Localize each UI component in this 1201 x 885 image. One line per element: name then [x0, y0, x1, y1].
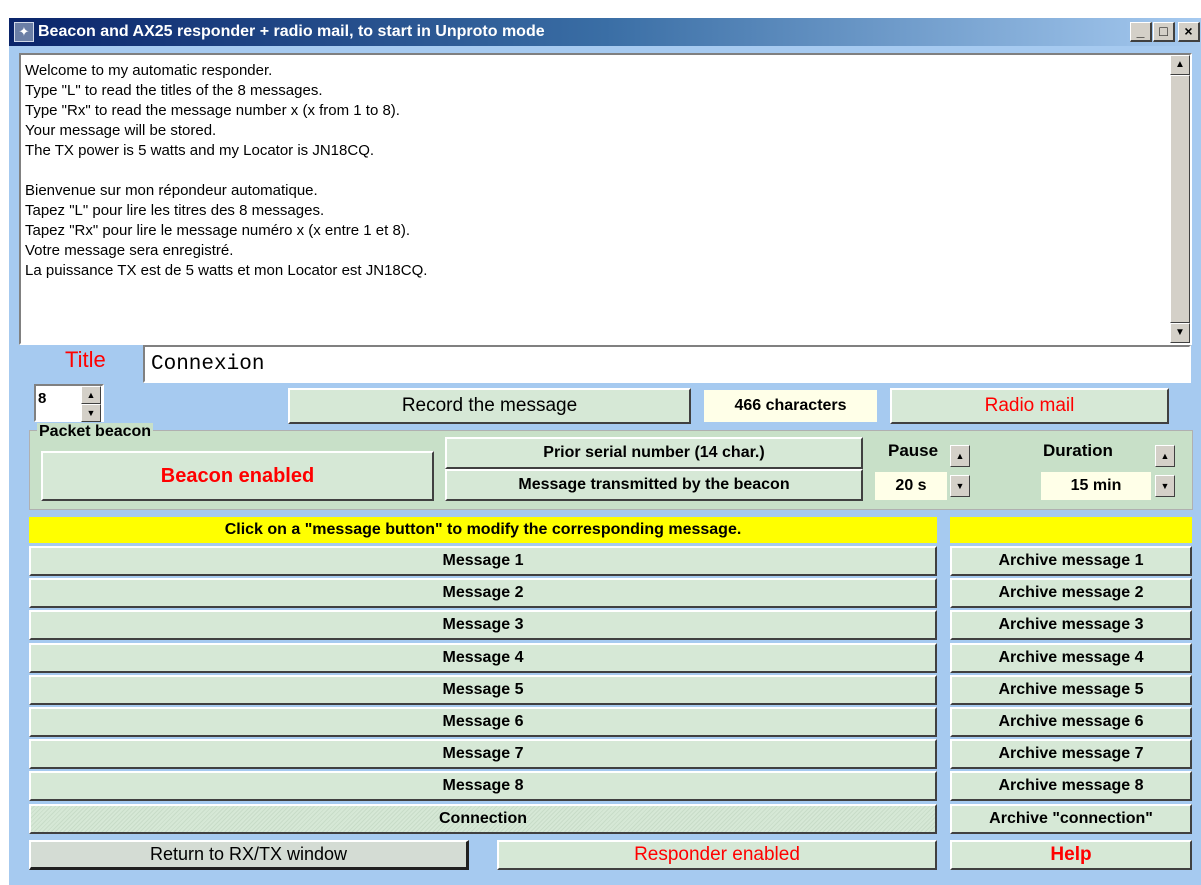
- beacon-enabled-button[interactable]: Beacon enabled: [41, 451, 434, 501]
- archive-connection-button[interactable]: Archive "connection": [950, 804, 1192, 834]
- archive-message-button-7[interactable]: Archive message 7: [950, 739, 1192, 769]
- archive-message-button-2[interactable]: Archive message 2: [950, 578, 1192, 608]
- maximize-button[interactable]: □: [1153, 22, 1175, 42]
- scroll-thumb[interactable]: [1170, 75, 1190, 323]
- spin-up-arrow-icon[interactable]: ▲: [81, 386, 101, 404]
- window-title: Beacon and AX25 responder + radio mail, …: [38, 23, 545, 40]
- title-label: Title: [65, 347, 106, 372]
- message-scrollbar[interactable]: ▲ ▼: [1170, 55, 1190, 343]
- message-textarea[interactable]: Welcome to my automatic responder. Type "…: [19, 53, 1192, 345]
- pause-up-arrow-icon[interactable]: ▲: [950, 445, 970, 467]
- archive-message-button-5[interactable]: Archive message 5: [950, 675, 1192, 705]
- message-text-line: Type "L" to read the titles of the 8 mes…: [25, 82, 323, 99]
- message-number-value: 8: [38, 390, 47, 407]
- archive-message-button-3[interactable]: Archive message 3: [950, 610, 1192, 640]
- radio-mail-button[interactable]: Radio mail: [890, 388, 1169, 424]
- packet-beacon-label: Packet beacon: [37, 423, 154, 441]
- pause-value: 20 s: [875, 472, 947, 500]
- message-button-3[interactable]: Message 3: [29, 610, 937, 640]
- duration-down-arrow-icon[interactable]: ▼: [1155, 475, 1175, 497]
- spin-down-arrow-icon[interactable]: ▼: [81, 404, 101, 422]
- message-text-line: Welcome to my automatic responder.: [25, 62, 273, 79]
- archive-message-button-1[interactable]: Archive message 1: [950, 546, 1192, 576]
- message-text-line: Tapez "Rx" pour lire le message numéro x…: [25, 222, 410, 239]
- connection-message-button[interactable]: Connection: [29, 804, 937, 834]
- archive-header-bar: [950, 517, 1192, 543]
- message-button-8[interactable]: Message 8: [29, 771, 937, 801]
- satellite-dish-icon: ✦: [14, 22, 34, 42]
- prior-serial-number-button[interactable]: Prior serial number (14 char.): [445, 437, 863, 469]
- minimize-button[interactable]: _: [1130, 22, 1152, 42]
- message-text-line: Type "Rx" to read the message number x (…: [25, 102, 400, 119]
- message-button-2[interactable]: Message 2: [29, 578, 937, 608]
- archive-message-button-8[interactable]: Archive message 8: [950, 771, 1192, 801]
- responder-window: ✦ Beacon and AX25 responder + radio mail…: [9, 18, 1201, 885]
- message-text-line: La puissance TX est de 5 watts et mon Lo…: [25, 262, 428, 279]
- message-button-4[interactable]: Message 4: [29, 643, 937, 673]
- message-text-line: [25, 161, 427, 181]
- message-text: Welcome to my automatic responder. Type "…: [25, 61, 427, 281]
- message-number-spinner[interactable]: 8 ▲ ▼: [34, 384, 104, 422]
- scroll-up-arrow-icon[interactable]: ▲: [1170, 55, 1190, 75]
- message-transmitted-button[interactable]: Message transmitted by the beacon: [445, 469, 863, 501]
- message-text-line: The TX power is 5 watts and my Locator i…: [25, 142, 375, 159]
- close-button[interactable]: ×: [1178, 22, 1200, 42]
- record-message-button[interactable]: Record the message: [288, 388, 691, 424]
- pause-label: Pause: [888, 441, 939, 460]
- message-text-line: Tapez "L" pour lire les titres des 8 mes…: [25, 202, 325, 219]
- duration-up-arrow-icon[interactable]: ▲: [1155, 445, 1175, 467]
- duration-value: 15 min: [1041, 472, 1151, 500]
- help-button[interactable]: Help: [950, 840, 1192, 870]
- return-rx-tx-button[interactable]: Return to RX/TX window: [29, 840, 469, 870]
- message-text-line: Your message will be stored.: [25, 122, 217, 139]
- responder-enabled-button[interactable]: Responder enabled: [497, 840, 937, 870]
- pause-down-arrow-icon[interactable]: ▼: [950, 475, 970, 497]
- message-text-line: Bienvenue sur mon répondeur automatique.: [25, 182, 318, 199]
- title-input-value: Connexion: [151, 353, 265, 376]
- archive-message-button-4[interactable]: Archive message 4: [950, 643, 1192, 673]
- instruction-bar: Click on a "message button" to modify th…: [29, 517, 937, 543]
- message-button-6[interactable]: Message 6: [29, 707, 937, 737]
- character-count: 466 characters: [704, 390, 877, 422]
- title-bar[interactable]: ✦ Beacon and AX25 responder + radio mail…: [9, 18, 1201, 46]
- duration-label: Duration: [1043, 441, 1113, 460]
- message-button-7[interactable]: Message 7: [29, 739, 937, 769]
- message-button-5[interactable]: Message 5: [29, 675, 937, 705]
- archive-message-button-6[interactable]: Archive message 6: [950, 707, 1192, 737]
- message-text-line: Votre message sera enregistré.: [25, 242, 234, 259]
- message-button-1[interactable]: Message 1: [29, 546, 937, 576]
- title-input[interactable]: Connexion: [143, 345, 1191, 383]
- scroll-down-arrow-icon[interactable]: ▼: [1170, 323, 1190, 343]
